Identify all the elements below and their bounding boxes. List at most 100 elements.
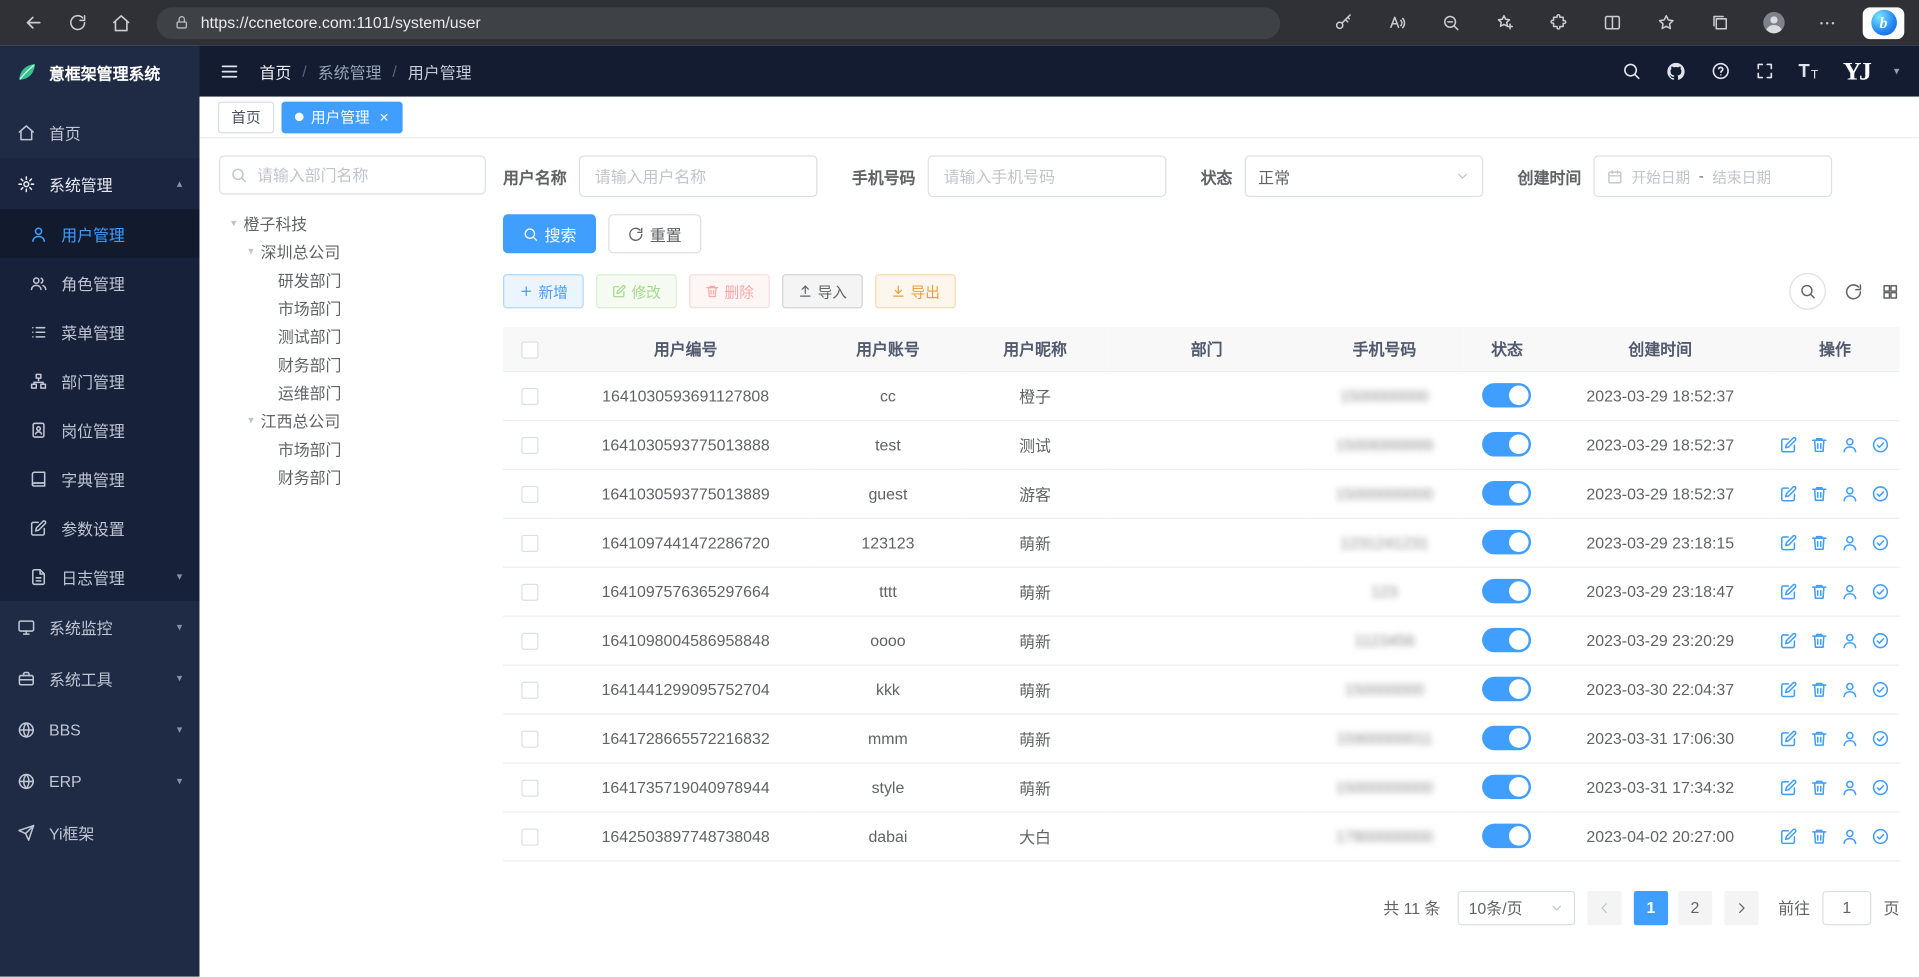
assign-role-icon[interactable] xyxy=(1872,729,1890,747)
assign-role-icon[interactable] xyxy=(1872,632,1890,650)
status-toggle[interactable] xyxy=(1483,677,1532,701)
collapse-sidebar-icon[interactable] xyxy=(219,61,240,82)
reset-password-icon[interactable] xyxy=(1841,778,1859,796)
tree-node-市场部门[interactable]: 市场部门 xyxy=(219,434,486,462)
delete-icon[interactable] xyxy=(1811,485,1829,503)
row-checkbox[interactable] xyxy=(521,730,538,747)
assign-role-icon[interactable] xyxy=(1872,534,1890,552)
reset-password-icon[interactable] xyxy=(1841,827,1859,845)
status-toggle[interactable] xyxy=(1483,775,1532,799)
edit-icon[interactable] xyxy=(1780,827,1798,845)
row-checkbox[interactable] xyxy=(521,388,538,405)
tab-首页[interactable]: 首页 xyxy=(218,101,274,133)
refresh-table-button[interactable] xyxy=(1844,282,1862,300)
add-favorite-icon[interactable] xyxy=(1486,6,1523,40)
next-page-button[interactable] xyxy=(1724,890,1758,924)
status-toggle[interactable] xyxy=(1483,383,1532,407)
tree-node-橙子科技[interactable]: ▾橙子科技 xyxy=(219,209,486,237)
username-input[interactable] xyxy=(579,155,818,197)
status-toggle[interactable] xyxy=(1483,530,1532,554)
assign-role-icon[interactable] xyxy=(1872,778,1890,796)
page-button-2[interactable]: 2 xyxy=(1678,890,1712,924)
user-logo[interactable]: YJ xyxy=(1843,56,1870,87)
column-settings-button[interactable] xyxy=(1881,282,1899,300)
delete-icon[interactable] xyxy=(1811,778,1829,796)
assign-role-icon[interactable] xyxy=(1872,827,1890,845)
assign-role-icon[interactable] xyxy=(1872,583,1890,601)
reset-password-icon[interactable] xyxy=(1841,436,1859,454)
edit-icon[interactable] xyxy=(1780,680,1798,698)
phone-input[interactable] xyxy=(928,155,1167,197)
github-icon[interactable] xyxy=(1665,61,1686,82)
assign-role-icon[interactable] xyxy=(1872,436,1890,454)
tree-node-深圳总公司[interactable]: ▾深圳总公司 xyxy=(219,237,486,265)
row-checkbox[interactable] xyxy=(521,437,538,454)
assign-role-icon[interactable] xyxy=(1872,485,1890,503)
tree-node-市场部门[interactable]: 市场部门 xyxy=(219,294,486,322)
close-tab-icon[interactable]: × xyxy=(379,109,388,125)
edit-icon[interactable] xyxy=(1780,485,1798,503)
search-icon[interactable] xyxy=(1621,61,1641,81)
more-options-icon[interactable] xyxy=(1809,6,1846,40)
sidebar-item-BBS[interactable]: BBS▾ xyxy=(0,704,199,755)
status-toggle[interactable] xyxy=(1483,432,1532,456)
sidebar-item-用户管理[interactable]: 用户管理 xyxy=(0,209,199,258)
delete-icon[interactable] xyxy=(1811,632,1829,650)
status-toggle[interactable] xyxy=(1483,824,1532,848)
reset-password-icon[interactable] xyxy=(1841,680,1859,698)
refresh-page-icon[interactable] xyxy=(59,6,96,40)
tree-node-财务部门[interactable]: 财务部门 xyxy=(219,350,486,378)
sidebar-item-Yi框架[interactable]: Yi框架 xyxy=(0,807,199,858)
status-toggle[interactable] xyxy=(1483,579,1532,603)
browser-home-icon[interactable] xyxy=(103,6,140,40)
split-screen-icon[interactable] xyxy=(1593,6,1630,40)
delete-icon[interactable] xyxy=(1811,729,1829,747)
row-checkbox[interactable] xyxy=(521,779,538,796)
tab-用户管理[interactable]: 用户管理× xyxy=(282,101,403,133)
sidebar-item-系统工具[interactable]: 系统工具▾ xyxy=(0,652,199,703)
reset-password-icon[interactable] xyxy=(1841,583,1859,601)
delete-button[interactable]: 删除 xyxy=(689,274,770,308)
read-aloud-icon[interactable] xyxy=(1378,6,1415,40)
row-checkbox[interactable] xyxy=(521,828,538,845)
sidebar-item-参数设置[interactable]: 参数设置 xyxy=(0,503,199,552)
back-icon[interactable] xyxy=(15,6,52,40)
sidebar-item-首页[interactable]: 首页 xyxy=(0,106,199,157)
sidebar-item-字典管理[interactable]: 字典管理 xyxy=(0,454,199,503)
reset-password-icon[interactable] xyxy=(1841,729,1859,747)
tree-node-测试部门[interactable]: 测试部门 xyxy=(219,322,486,350)
page-size-select[interactable]: 10条/页 xyxy=(1458,890,1575,924)
row-checkbox[interactable] xyxy=(521,632,538,649)
reset-password-icon[interactable] xyxy=(1841,534,1859,552)
export-button[interactable]: 导出 xyxy=(875,274,956,308)
import-button[interactable]: 导入 xyxy=(782,274,863,308)
edit-icon[interactable] xyxy=(1780,778,1798,796)
delete-icon[interactable] xyxy=(1811,583,1829,601)
status-toggle[interactable] xyxy=(1483,726,1532,750)
search-button[interactable]: 搜索 xyxy=(503,214,596,253)
breadcrumb-item[interactable]: 首页 xyxy=(259,59,291,82)
row-checkbox[interactable] xyxy=(521,584,538,601)
address-bar[interactable]: https://ccnetcore.com:1101/system/user xyxy=(157,7,1280,39)
copilot-icon[interactable]: b xyxy=(1863,7,1905,39)
sidebar-item-部门管理[interactable]: 部门管理 xyxy=(0,356,199,405)
edit-icon[interactable] xyxy=(1780,534,1798,552)
edit-icon[interactable] xyxy=(1780,632,1798,650)
row-checkbox[interactable] xyxy=(521,486,538,503)
font-size-icon[interactable]: TT xyxy=(1798,61,1818,82)
edit-button[interactable]: 修改 xyxy=(596,274,677,308)
sidebar-item-角色管理[interactable]: 角色管理 xyxy=(0,258,199,307)
sidebar-item-日志管理[interactable]: 日志管理▾ xyxy=(0,552,199,601)
sidebar-item-菜单管理[interactable]: 菜单管理 xyxy=(0,307,199,356)
user-menu-caret-icon[interactable]: ▾ xyxy=(1894,64,1900,77)
row-checkbox[interactable] xyxy=(521,535,538,552)
edit-icon[interactable] xyxy=(1780,436,1798,454)
help-icon[interactable] xyxy=(1710,61,1730,81)
reset-password-icon[interactable] xyxy=(1841,632,1859,650)
date-range-picker[interactable]: 开始日期 - 结束日期 xyxy=(1594,155,1833,197)
zoom-icon[interactable] xyxy=(1432,6,1469,40)
status-toggle[interactable] xyxy=(1483,481,1532,505)
sidebar-item-系统管理[interactable]: 系统管理▴ xyxy=(0,158,199,209)
sidebar-item-系统监控[interactable]: 系统监控▾ xyxy=(0,601,199,652)
breadcrumb-item[interactable]: 用户管理 xyxy=(408,59,472,82)
